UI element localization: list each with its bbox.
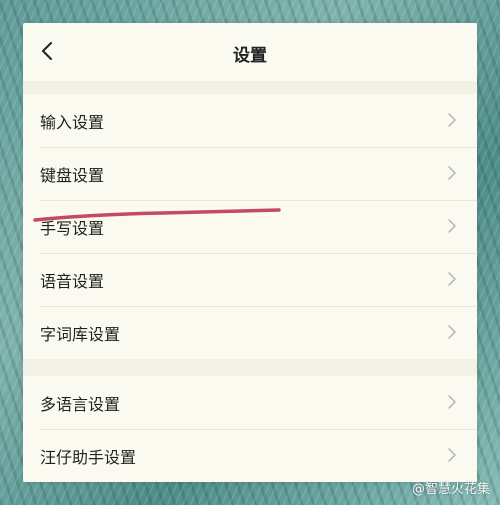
settings-item-multilanguage[interactable]: 多语言设置 bbox=[23, 376, 477, 429]
settings-item-label: 语音设置 bbox=[40, 271, 105, 291]
chevron-right-icon bbox=[448, 325, 456, 339]
chevron-right-icon bbox=[448, 166, 456, 180]
settings-item-label: 字词库设置 bbox=[40, 324, 121, 344]
settings-group-1: 输入设置 键盘设置 手写设置 语音设置 字词库设置 bbox=[23, 94, 477, 359]
chevron-right-icon bbox=[448, 113, 456, 127]
settings-item-keyboard[interactable]: 键盘设置 bbox=[23, 147, 477, 200]
header: 设置 bbox=[23, 23, 477, 81]
settings-item-input[interactable]: 输入设置 bbox=[23, 94, 477, 147]
settings-group-2: 多语言设置 汪仔助手设置 bbox=[23, 376, 477, 482]
settings-item-label: 多语言设置 bbox=[40, 394, 121, 414]
chevron-right-icon bbox=[448, 272, 456, 286]
settings-panel: 设置 输入设置 键盘设置 手写设置 语音设置 字词库设置 多语言设置 汪仔助手设… bbox=[23, 23, 477, 482]
watermark: @智慧火花集 bbox=[411, 482, 490, 497]
chevron-right-icon bbox=[448, 219, 456, 233]
settings-item-label: 手写设置 bbox=[40, 218, 105, 238]
section-divider bbox=[23, 359, 477, 376]
chevron-right-icon bbox=[448, 395, 456, 409]
settings-item-lexicon[interactable]: 字词库设置 bbox=[23, 306, 477, 359]
settings-item-label: 键盘设置 bbox=[40, 165, 105, 185]
settings-item-voice[interactable]: 语音设置 bbox=[23, 253, 477, 306]
settings-item-handwriting[interactable]: 手写设置 bbox=[23, 200, 477, 253]
page-title: 设置 bbox=[233, 46, 267, 66]
section-divider bbox=[23, 81, 477, 94]
settings-item-label: 输入设置 bbox=[40, 112, 105, 132]
settings-item-label: 汪仔助手设置 bbox=[40, 447, 137, 467]
chevron-right-icon bbox=[448, 448, 456, 462]
settings-item-assistant[interactable]: 汪仔助手设置 bbox=[23, 429, 477, 482]
